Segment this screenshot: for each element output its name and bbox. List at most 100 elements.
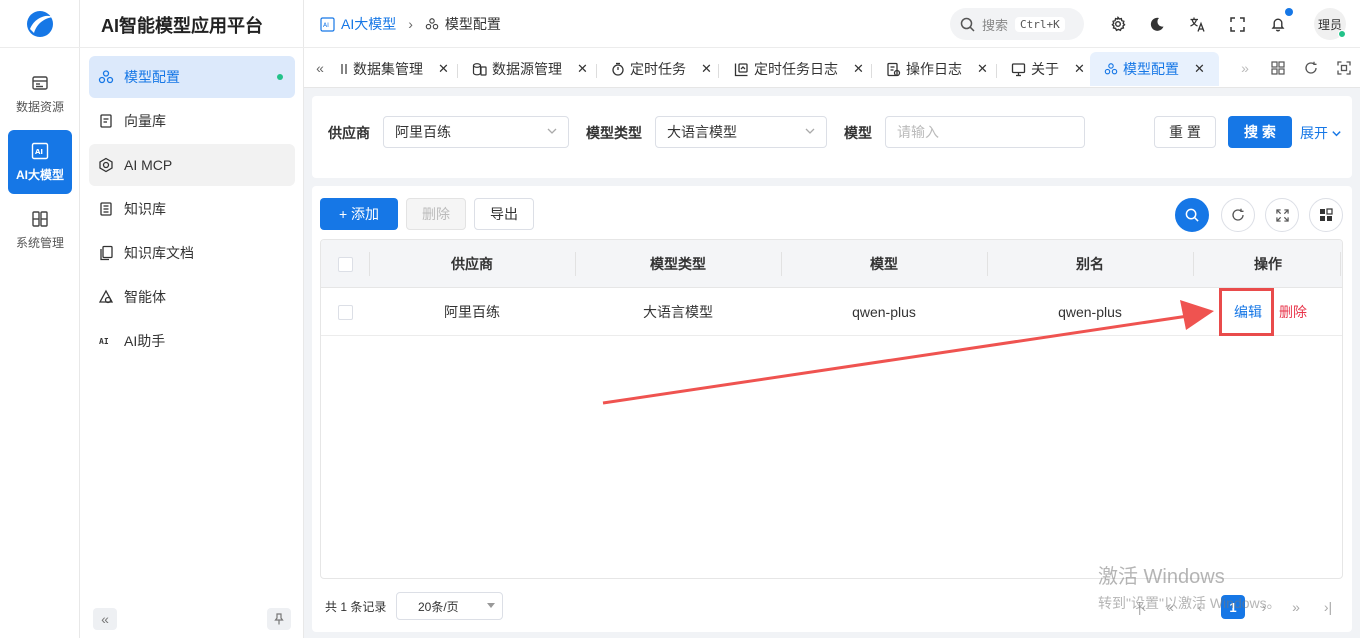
first-page-button[interactable]: |‹ xyxy=(1130,595,1154,619)
table-row: 阿里百练 大语言模型 qwen-plus qwen-plus 编辑 删除 xyxy=(321,288,1342,336)
add-button[interactable]: + 添加 xyxy=(320,198,398,230)
global-search[interactable]: 搜索 Ctrl+K xyxy=(950,8,1084,40)
prev-page-button[interactable]: ‹ xyxy=(1188,595,1212,619)
sidebar-item-model-config[interactable]: 模型配置 xyxy=(89,56,295,98)
pin-sidebar-button[interactable] xyxy=(267,608,291,630)
tabs-bar: « 数据集管理 ✕ 数据源管理 ✕ 定时任务 ✕ 定时任务日志 ✕ 操作日志 ✕… xyxy=(304,48,1360,88)
prev-group-button[interactable]: « xyxy=(1158,595,1182,619)
column-settings-button[interactable] xyxy=(1309,198,1343,232)
tabs-scroll-left[interactable]: « xyxy=(310,58,330,78)
tab-label: 模型配置 xyxy=(1123,61,1179,77)
agent-icon xyxy=(98,289,114,305)
notifications-button[interactable] xyxy=(1267,8,1293,35)
tab-task-logs[interactable]: 定时任务日志 ✕ xyxy=(734,52,864,86)
breadcrumb: AI AI大模型 › 模型配置 xyxy=(320,14,501,34)
tabs-maximize-button[interactable] xyxy=(1334,58,1354,78)
sidebar-item-label: 知识库文档 xyxy=(124,245,194,261)
sidebar-item-agent[interactable]: 智能体 xyxy=(89,276,295,318)
last-page-button[interactable]: ›| xyxy=(1316,595,1340,619)
maximize-icon xyxy=(1337,61,1351,75)
row-checkbox[interactable] xyxy=(338,305,353,320)
export-button[interactable]: 导出 xyxy=(474,198,534,230)
gear-icon xyxy=(1110,16,1126,32)
log-icon xyxy=(886,62,901,77)
refresh-table-button[interactable] xyxy=(1221,198,1255,232)
double-chevron-left-icon: « xyxy=(101,611,109,627)
rail-item-ai-models[interactable]: AI AI大模型 xyxy=(8,130,72,194)
model-input[interactable]: 请输入 xyxy=(885,116,1085,148)
breadcrumb-parent[interactable]: AI大模型 xyxy=(341,14,396,34)
sidebar-item-label: 模型配置 xyxy=(124,69,180,85)
tab-datasource-management[interactable]: 数据源管理 ✕ xyxy=(472,52,588,86)
pin-icon xyxy=(273,613,285,625)
tab-model-config[interactable]: 模型配置 ✕ xyxy=(1090,52,1219,86)
first-page-icon: |‹ xyxy=(1137,599,1147,615)
next-group-button[interactable]: » xyxy=(1284,595,1308,619)
page-size-select[interactable]: 20条/页 xyxy=(396,592,503,620)
settings-button[interactable] xyxy=(1107,13,1129,35)
provider-select[interactable]: 阿里百练 xyxy=(383,116,569,148)
select-all-checkbox[interactable] xyxy=(338,257,353,272)
mcp-icon xyxy=(98,157,114,173)
cell-alias: qwen-plus xyxy=(1058,304,1122,320)
tab-label: 定时任务 xyxy=(630,61,686,77)
rail-item-label: AI大模型 xyxy=(15,167,64,182)
close-icon[interactable]: ✕ xyxy=(977,61,988,77)
column-header: 模型 xyxy=(870,256,898,272)
close-icon[interactable]: ✕ xyxy=(701,61,712,77)
app-rail: 数据资源 AI AI大模型 系统管理 xyxy=(0,0,80,638)
close-icon[interactable]: ✕ xyxy=(1194,61,1205,77)
tabs-refresh-button[interactable] xyxy=(1301,58,1321,78)
delete-button[interactable]: 删除 xyxy=(406,198,466,230)
theme-toggle-button[interactable] xyxy=(1146,13,1168,35)
close-icon[interactable]: ✕ xyxy=(438,61,449,77)
next-page-button[interactable]: › xyxy=(1252,595,1276,619)
cell-model-type: 大语言模型 xyxy=(643,304,713,320)
close-icon[interactable]: ✕ xyxy=(1074,61,1085,77)
column-header: 操作 xyxy=(1254,256,1282,272)
user-avatar[interactable]: 理员 xyxy=(1314,8,1346,40)
tab-dataset-management[interactable]: 数据集管理 ✕ xyxy=(340,52,449,86)
model-type-select[interactable]: 大语言模型 xyxy=(655,116,827,148)
vector-icon xyxy=(98,113,114,129)
language-button[interactable] xyxy=(1186,13,1208,35)
tabs-grid-button[interactable] xyxy=(1268,58,1288,78)
model-icon xyxy=(425,17,439,31)
tab-label: 数据集管理 xyxy=(353,61,423,77)
expand-toggle[interactable]: 展开 xyxy=(1300,123,1342,143)
model-type-label: 模型类型 xyxy=(586,125,642,141)
sidebar-item-label: 知识库 xyxy=(124,201,166,217)
reset-button[interactable]: 重 置 xyxy=(1154,116,1216,148)
delete-link[interactable]: 删除 xyxy=(1273,288,1313,336)
search-button[interactable]: 搜 索 xyxy=(1228,116,1292,148)
breadcrumb-current: 模型配置 xyxy=(444,16,501,32)
rail-item-system[interactable]: 系统管理 xyxy=(8,198,72,262)
table-panel: + 添加 删除 导出 供应商 模型类型 模型 别名 操作 阿里百练 大语言模型 … xyxy=(312,186,1352,632)
sidebar-item-ai-mcp[interactable]: AI MCP xyxy=(89,144,295,186)
fullscreen-table-button[interactable] xyxy=(1265,198,1299,232)
sidebar-item-ai-assistant[interactable]: AI AI助手 xyxy=(89,320,295,362)
close-icon[interactable]: ✕ xyxy=(853,61,864,77)
chevron-right-icon: › xyxy=(1261,599,1267,615)
grid-icon xyxy=(1271,61,1285,75)
collapse-sidebar-button[interactable]: « xyxy=(93,608,117,630)
shortcut-hint: Ctrl+K xyxy=(1015,16,1065,32)
fullscreen-button[interactable] xyxy=(1226,13,1248,35)
app-title: AI智能模型应用平台 xyxy=(101,16,263,36)
sidebar: AI智能模型应用平台 模型配置 向量库 AI MCP 知识库 知识库文档 智能体… xyxy=(80,0,304,638)
sidebar-item-kb-docs[interactable]: 知识库文档 xyxy=(89,232,295,274)
rail-item-data-resources[interactable]: 数据资源 xyxy=(8,62,72,126)
column-header: 供应商 xyxy=(451,256,493,272)
tab-about[interactable]: 关于 ✕ xyxy=(1011,52,1085,86)
sidebar-item-vector-db[interactable]: 向量库 xyxy=(89,100,295,142)
close-icon[interactable]: ✕ xyxy=(577,61,588,77)
sidebar-item-knowledge-base[interactable]: 知识库 xyxy=(89,188,295,230)
page-number-current[interactable]: 1 xyxy=(1221,595,1245,619)
svg-text:AI: AI xyxy=(35,148,43,156)
tabs-scroll-right[interactable]: » xyxy=(1235,58,1255,78)
tab-operation-logs[interactable]: 操作日志 ✕ xyxy=(886,52,988,86)
model-input-placeholder: 请输入 xyxy=(897,124,939,140)
provider-label: 供应商 xyxy=(328,125,370,141)
tab-scheduled-tasks[interactable]: 定时任务 ✕ xyxy=(611,52,712,86)
toggle-search-button[interactable] xyxy=(1175,198,1209,232)
